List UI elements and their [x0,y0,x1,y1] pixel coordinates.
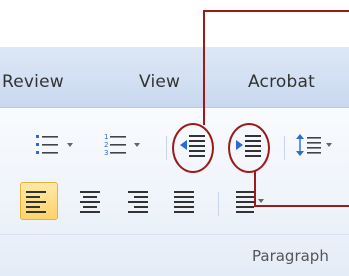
separator [284,136,285,160]
line-spacing-button[interactable] [296,132,336,158]
separator [218,192,219,216]
paragraph-group-label: Paragraph [252,247,329,265]
align-left-button[interactable] [26,188,52,214]
group-divider [0,234,349,235]
svg-text:1: 1 [104,133,108,141]
bullets-button[interactable] [36,132,84,158]
columns-button[interactable] [236,188,280,214]
callout-line-vertical-bottom [254,171,256,207]
align-right-icon [128,191,148,213]
tab-view[interactable]: View [139,72,180,92]
tab-acrobat[interactable]: Acrobat [248,72,315,92]
justify-button[interactable] [174,188,200,214]
svg-text:2: 2 [104,141,108,149]
center-button[interactable] [80,188,106,214]
justify-icon [174,191,194,213]
bulleted-list-icon [36,135,73,154]
align-left-icon [26,191,46,213]
tab-review[interactable]: Review [2,72,64,92]
svg-text:3: 3 [104,149,108,157]
align-right-button[interactable] [128,188,154,214]
callout-line-horizontal-top [203,10,349,12]
callout-circle-increase-indent [228,123,270,173]
separator [166,136,167,160]
numbered-list-icon: 1 2 3 [104,133,140,157]
callout-circle-decrease-indent [172,123,214,173]
numbering-button[interactable]: 1 2 3 [104,132,152,158]
columns-icon [236,191,264,213]
callout-line-horizontal-bottom [254,205,349,207]
line-spacing-icon [296,134,332,156]
align-center-icon [80,191,100,213]
callout-line-vertical-top [203,10,205,125]
